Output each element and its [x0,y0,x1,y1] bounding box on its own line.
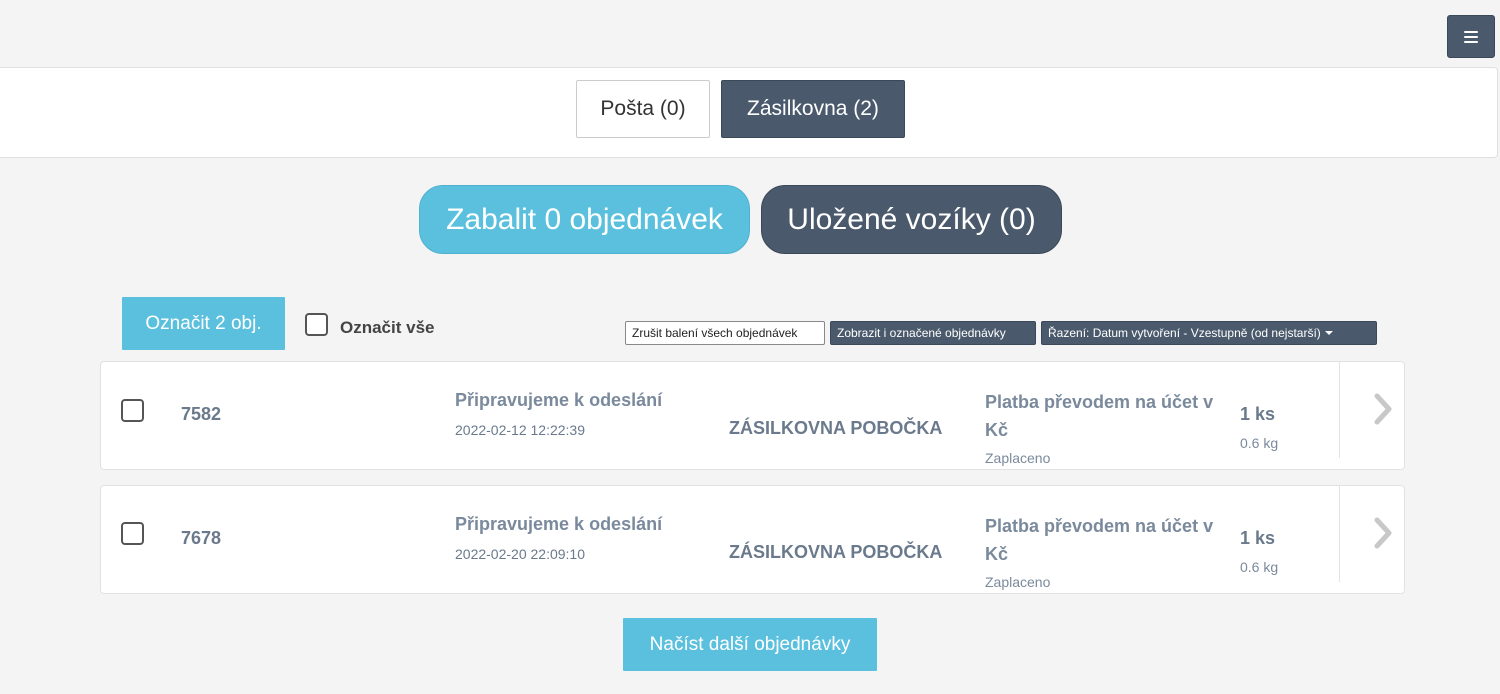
order-payment-status: Zaplaceno [985,450,1051,466]
chevron-right-icon[interactable] [1371,392,1395,426]
order-checkbox[interactable] [121,399,144,422]
order-date: 2022-02-20 22:09:10 [455,546,585,562]
order-divider [1339,486,1340,582]
show-marked-orders-button[interactable]: Zobrazit i označené objednávky [830,321,1036,345]
order-payment-status: Zaplaceno [985,574,1051,590]
hamburger-icon [1464,30,1478,43]
order-row[interactable]: 7582 Připravujeme k odeslání 2022-02-12 … [100,361,1405,470]
mark-orders-button[interactable]: Označit 2 obj. [122,297,285,350]
select-all-checkbox[interactable] [305,313,328,336]
order-quantity: 1 ks [1240,404,1276,424]
carrier-tab-zasilkovna[interactable]: Zásilkovna (2) [721,80,905,138]
order-weight: 0.6 kg [1240,559,1279,575]
pack-orders-button[interactable]: Zabalit 0 objednávek [419,185,750,254]
chevron-right-icon[interactable] [1371,516,1395,550]
carrier-tab-posta[interactable]: Pošta (0) [576,80,710,138]
order-weight: 0.6 kg [1240,435,1279,451]
order-checkbox[interactable] [121,522,144,545]
order-id: 7582 [181,404,222,424]
cancel-all-packing-button[interactable]: Zrušit balení všech objednávek [625,321,825,345]
show-marked-orders-label: Zobrazit i označené objednávky [837,326,1006,340]
cancel-all-packing-label: Zrušit balení všech objednávek [632,326,798,340]
order-quantity: 1 ks [1240,528,1276,548]
order-id: 7678 [181,528,222,548]
menu-button[interactable] [1447,15,1495,58]
order-payment: Platba převodem na účet v Kč [985,516,1214,564]
sort-dropdown-label: Řazení: Datum vytvoření - Vzestupně (od … [1048,326,1321,340]
saved-carts-button[interactable]: Uložené vozíky (0) [761,185,1062,254]
select-all-label: Označit vše [340,318,435,337]
order-status: Připravujeme k odeslání [455,514,663,534]
order-shipping: ZÁSILKOVNA POBOČKA [729,542,943,562]
order-payment: Platba převodem na účet v Kč [985,392,1214,440]
sort-dropdown[interactable]: Řazení: Datum vytvoření - Vzestupně (od … [1041,321,1377,345]
order-shipping: ZÁSILKOVNA POBOČKA [729,418,943,438]
order-row[interactable]: 7678 Připravujeme k odeslání 2022-02-20 … [100,485,1405,594]
order-date: 2022-02-12 12:22:39 [455,422,585,438]
order-divider [1339,362,1340,458]
caret-down-icon [1324,331,1333,335]
order-status: Připravujeme k odeslání [455,390,663,410]
load-more-orders-button[interactable]: Načíst další objednávky [623,618,877,671]
